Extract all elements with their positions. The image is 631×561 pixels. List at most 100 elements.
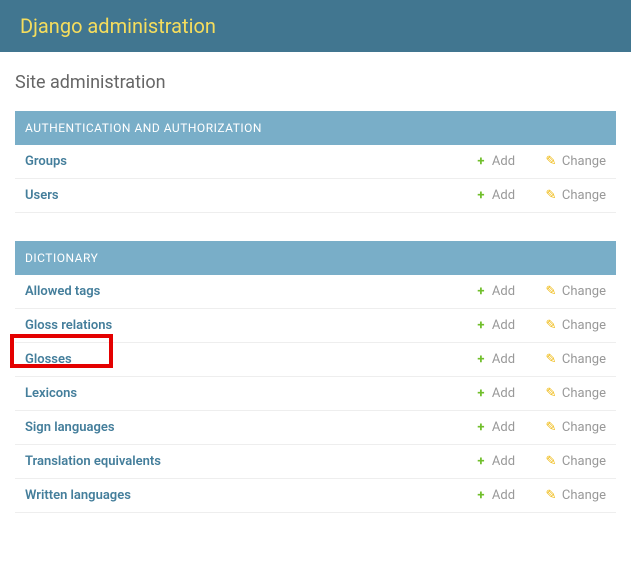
model-link[interactable]: Allowed tags — [25, 284, 100, 299]
plus-icon: + — [474, 454, 488, 469]
change-button[interactable]: ✎ Change — [544, 154, 606, 169]
model-name-cell: Written languages — [15, 479, 464, 513]
table-row: Allowed tags + Add ✎ Change — [15, 275, 616, 309]
add-button[interactable]: + Add — [474, 454, 515, 469]
add-label: Add — [492, 488, 515, 503]
change-label: Change — [562, 420, 606, 435]
change-label: Change — [562, 284, 606, 299]
table-row: Groups +Add ✎ Change — [15, 145, 616, 179]
add-button[interactable]: + Add — [474, 188, 515, 203]
change-button[interactable]: ✎Change — [544, 386, 606, 401]
add-label: Add — [492, 188, 515, 203]
model-name-cell: Gloss relations — [15, 309, 464, 343]
admin-header: Django administration — [0, 0, 631, 52]
change-cell: ✎ Change — [534, 445, 616, 479]
modules-container: AUTHENTICATION AND AUTHORIZATIONGroups+A… — [15, 111, 616, 513]
model-link[interactable]: Lexicons — [25, 386, 77, 401]
plus-icon: + — [474, 420, 488, 435]
change-cell: ✎Change — [534, 309, 616, 343]
add-cell: + Add — [464, 377, 534, 411]
pencil-icon: ✎ — [544, 154, 558, 169]
change-cell: ✎ Change — [534, 145, 616, 179]
module: AUTHENTICATION AND AUTHORIZATIONGroups+A… — [15, 111, 616, 213]
add-cell: + Add — [464, 179, 534, 213]
model-link[interactable]: Translation equivalents — [25, 454, 161, 469]
change-label: Change — [562, 488, 606, 503]
pencil-icon: ✎ — [544, 318, 558, 333]
add-button[interactable]: + Add — [474, 420, 515, 435]
table-row: Glosses + Add ✎ Change — [15, 343, 616, 377]
change-label: Change — [562, 188, 606, 203]
change-label: Change — [562, 154, 606, 169]
add-button[interactable]: + Add — [474, 386, 515, 401]
model-link[interactable]: Sign languages — [25, 420, 115, 435]
change-button[interactable]: ✎ Change — [544, 188, 606, 203]
pencil-icon: ✎ — [544, 352, 558, 367]
pencil-icon: ✎ — [544, 420, 558, 435]
model-link[interactable]: Written languages — [25, 488, 131, 503]
pencil-icon: ✎ — [544, 284, 558, 299]
add-cell: + Add — [464, 479, 534, 513]
site-title: Django administration — [20, 14, 611, 38]
add-button[interactable]: + Add — [474, 318, 515, 333]
table-row: Sign languages + Add ✎ Change — [15, 411, 616, 445]
plus-icon: + — [474, 318, 488, 333]
pencil-icon: ✎ — [544, 386, 558, 401]
model-name-cell: Sign languages — [15, 411, 464, 445]
pencil-icon: ✎ — [544, 488, 558, 503]
pencil-icon: ✎ — [544, 454, 558, 469]
change-button[interactable]: ✎ Change — [544, 420, 606, 435]
add-label: Add — [492, 454, 515, 469]
pencil-icon: ✎ — [544, 188, 558, 203]
table-row: Translation equivalents + Add ✎ Change — [15, 445, 616, 479]
plus-icon: + — [474, 488, 488, 503]
change-button[interactable]: ✎Change — [544, 318, 606, 333]
add-label: Add — [492, 386, 515, 401]
table-row: Gloss relations + Add ✎Change — [15, 309, 616, 343]
add-button[interactable]: +Add — [474, 154, 515, 169]
plus-icon: + — [474, 352, 488, 367]
model-name-cell: Translation equivalents — [15, 445, 464, 479]
add-cell: + Add — [464, 275, 534, 309]
table-row: Lexicons + Add ✎Change — [15, 377, 616, 411]
model-name-cell: Lexicons — [15, 377, 464, 411]
model-link[interactable]: Gloss relations — [25, 318, 112, 333]
model-link[interactable]: Groups — [25, 154, 67, 169]
module-header: DICTIONARY — [15, 241, 616, 275]
change-button[interactable]: ✎ Change — [544, 488, 606, 503]
add-label: Add — [492, 154, 515, 169]
module-header: AUTHENTICATION AND AUTHORIZATION — [15, 111, 616, 145]
change-button[interactable]: ✎ Change — [544, 284, 606, 299]
change-label: Change — [562, 352, 606, 367]
add-label: Add — [492, 420, 515, 435]
model-table: Allowed tags+Add✎ChangeGloss relations+A… — [15, 275, 616, 513]
page-title: Site administration — [15, 72, 616, 93]
plus-icon: + — [474, 188, 488, 203]
change-button[interactable]: ✎ Change — [544, 454, 606, 469]
change-cell: ✎ Change — [534, 411, 616, 445]
add-cell: + Add — [464, 309, 534, 343]
add-button[interactable]: + Add — [474, 352, 515, 367]
change-cell: ✎ Change — [534, 179, 616, 213]
change-label: Change — [562, 454, 606, 469]
add-label: Add — [492, 284, 515, 299]
add-cell: + Add — [464, 343, 534, 377]
module: DICTIONARYAllowed tags+Add✎ChangeGloss r… — [15, 241, 616, 513]
plus-icon: + — [474, 284, 488, 299]
table-row: Users + Add ✎ Change — [15, 179, 616, 213]
model-link[interactable]: Users — [25, 188, 59, 203]
model-link[interactable]: Glosses — [25, 352, 72, 367]
add-label: Add — [492, 352, 515, 367]
plus-icon: + — [474, 386, 488, 401]
model-name-cell: Allowed tags — [15, 275, 464, 309]
add-cell: + Add — [464, 411, 534, 445]
change-cell: ✎ Change — [534, 479, 616, 513]
model-name-cell: Groups — [15, 145, 464, 179]
add-button[interactable]: + Add — [474, 488, 515, 503]
change-cell: ✎ Change — [534, 343, 616, 377]
add-label: Add — [492, 318, 515, 333]
model-name-cell: Users — [15, 179, 464, 213]
change-button[interactable]: ✎ Change — [544, 352, 606, 367]
change-cell: ✎Change — [534, 377, 616, 411]
add-button[interactable]: + Add — [474, 284, 515, 299]
